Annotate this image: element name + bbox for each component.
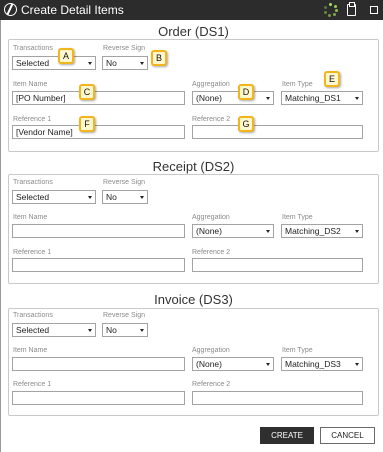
create-button[interactable]: CREATE — [260, 427, 314, 444]
item-type-select[interactable]: Matching_DS3 — [281, 357, 363, 371]
aggregation-value: (None) — [196, 93, 222, 103]
item-type-select[interactable]: Matching_DS1 — [281, 91, 363, 105]
aggregation-value: (None) — [196, 359, 222, 369]
chevron-down-icon — [266, 363, 270, 366]
item-type-value: Matching_DS2 — [285, 226, 341, 236]
reference1-field[interactable]: [Vendor Name] — [12, 125, 185, 139]
aggregation-label: Aggregation — [192, 214, 230, 221]
callout-e: E — [324, 71, 340, 87]
section-title-order: Order (DS1) — [158, 24, 229, 39]
spinner-icon — [324, 3, 338, 17]
reference2-label: Reference 2 — [192, 381, 231, 388]
reverse-sign-label: Reverse Sign — [103, 312, 146, 319]
window-title: Create Detail Items — [21, 3, 124, 17]
reverse-sign-select[interactable]: No — [102, 190, 148, 204]
item-name-label: Item Name — [13, 81, 48, 88]
reference2-field[interactable] — [192, 258, 363, 272]
chevron-down-icon — [355, 230, 359, 233]
aggregation-select[interactable]: (None) — [192, 91, 274, 105]
chevron-down-icon — [355, 97, 359, 100]
transactions-value: Selected — [16, 325, 50, 335]
item-type-label: Item Type — [282, 347, 313, 354]
aggregation-label: Aggregation — [192, 81, 230, 88]
item-name-label: Item Name — [13, 347, 48, 354]
cancel-button[interactable]: CANCEL — [320, 427, 375, 444]
title-bar: Create Detail Items — [0, 0, 383, 20]
aggregation-select[interactable]: (None) — [192, 224, 274, 238]
callout-a: A — [58, 48, 74, 64]
reference1-field[interactable] — [12, 391, 185, 405]
chevron-down-icon — [266, 97, 270, 100]
reference2-label: Reference 2 — [192, 116, 231, 123]
chevron-down-icon — [355, 363, 359, 366]
reverse-sign-value: No — [106, 192, 117, 202]
section-title-receipt: Receipt (DS2) — [152, 159, 235, 174]
item-type-value: Matching_DS1 — [285, 93, 341, 103]
reverse-sign-select[interactable]: No — [102, 56, 148, 70]
reference1-field[interactable] — [12, 258, 185, 272]
chevron-down-icon — [140, 196, 144, 199]
callout-c: C — [79, 84, 95, 100]
aggregation-select[interactable]: (None) — [192, 357, 274, 371]
item-type-value: Matching_DS3 — [285, 359, 341, 369]
item-name-label: Item Name — [13, 214, 48, 221]
reference1-label: Reference 1 — [13, 249, 52, 256]
transactions-label: Transactions — [13, 45, 53, 52]
reference2-field[interactable] — [192, 391, 363, 405]
reference1-label: Reference 1 — [13, 116, 52, 123]
item-name-field[interactable]: [PO Number] — [12, 91, 185, 105]
callout-f: F — [79, 116, 95, 132]
item-type-label: Item Type — [282, 81, 313, 88]
callout-g: G — [238, 116, 254, 132]
chevron-down-icon — [88, 329, 92, 332]
reverse-sign-select[interactable]: No — [102, 323, 148, 337]
chevron-down-icon — [266, 230, 270, 233]
reverse-sign-label: Reverse Sign — [103, 45, 146, 52]
transactions-label: Transactions — [13, 312, 53, 319]
item-type-label: Item Type — [282, 214, 313, 221]
window-border — [0, 20, 1, 452]
chevron-down-icon — [140, 329, 144, 332]
clipboard-icon[interactable] — [347, 2, 356, 16]
chevron-down-icon — [88, 196, 92, 199]
reference2-field[interactable] — [192, 125, 363, 139]
item-name-field[interactable] — [12, 224, 185, 238]
callout-d: D — [238, 84, 254, 100]
chevron-down-icon — [140, 62, 144, 65]
reference1-label: Reference 1 — [13, 381, 52, 388]
app-logo-icon — [4, 3, 17, 16]
maximize-icon[interactable] — [370, 6, 378, 14]
section-title-invoice: Invoice (DS3) — [154, 292, 233, 307]
item-type-select[interactable]: Matching_DS2 — [281, 224, 363, 238]
transactions-select[interactable]: Selected — [12, 323, 96, 337]
transactions-value: Selected — [16, 192, 50, 202]
reverse-sign-label: Reverse Sign — [103, 179, 146, 186]
reference2-label: Reference 2 — [192, 249, 231, 256]
item-name-field[interactable] — [12, 357, 185, 371]
reverse-sign-value: No — [106, 325, 117, 335]
chevron-down-icon — [88, 62, 92, 65]
transactions-select[interactable]: Selected — [12, 56, 96, 70]
transactions-value: Selected — [16, 58, 50, 68]
transactions-label: Transactions — [13, 179, 53, 186]
callout-b: B — [151, 50, 167, 66]
reverse-sign-value: No — [106, 58, 117, 68]
transactions-select[interactable]: Selected — [12, 190, 96, 204]
aggregation-value: (None) — [196, 226, 222, 236]
aggregation-label: Aggregation — [192, 347, 230, 354]
